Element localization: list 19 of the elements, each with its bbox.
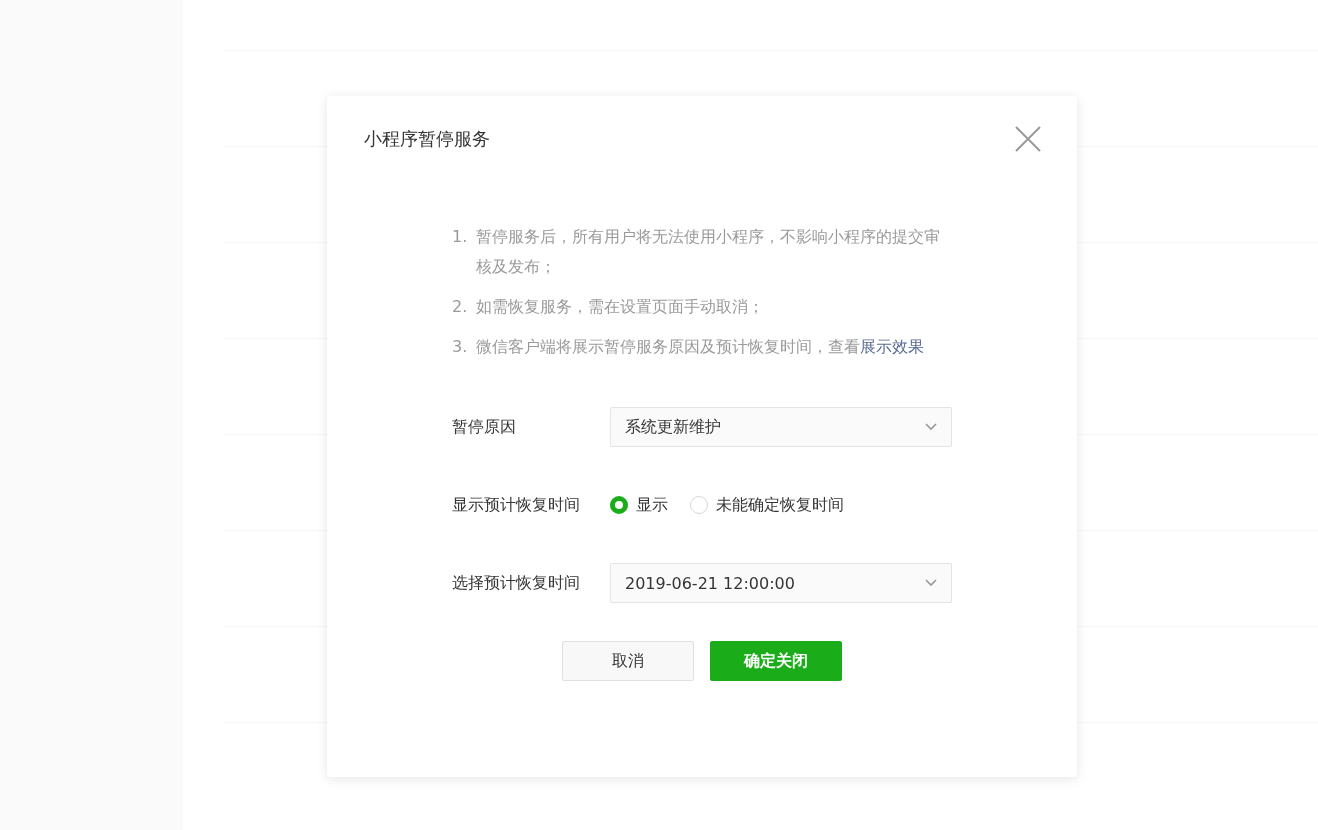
radio-option[interactable]: 显示 [610, 494, 668, 516]
chevron-down-icon [925, 579, 937, 587]
radio-option[interactable]: 未能确定恢复时间 [690, 494, 844, 516]
list-number: 2. [452, 296, 469, 318]
field-label: 暂停原因 [452, 416, 517, 438]
list-number: 3. [452, 336, 469, 358]
dropdown-field[interactable]: 2019-06-21 12:00:00 [610, 563, 952, 603]
close-icon[interactable] [1015, 126, 1041, 152]
field-label: 显示预计恢复时间 [452, 494, 581, 516]
field-label: 选择预计恢复时间 [452, 572, 581, 594]
chevron-down-icon [925, 423, 937, 431]
note-text: 暂停服务后，所有用户将无法使用小程序，不影响小程序的提交审核及发布； [476, 226, 941, 278]
cancel-button[interactable]: 取消 [562, 641, 694, 681]
preview-link[interactable]: 展示效果 [860, 337, 924, 356]
dropdown-field[interactable]: 系统更新维护 [610, 407, 952, 447]
list-number: 1. [452, 226, 469, 248]
note-text: 微信客户端将展示暂停服务原因及预计恢复时间，查看展示效果 [476, 336, 924, 358]
note-text: 如需恢复服务，需在设置页面手动取消； [476, 296, 764, 318]
dialog-title: 小程序暂停服务 [364, 127, 490, 151]
